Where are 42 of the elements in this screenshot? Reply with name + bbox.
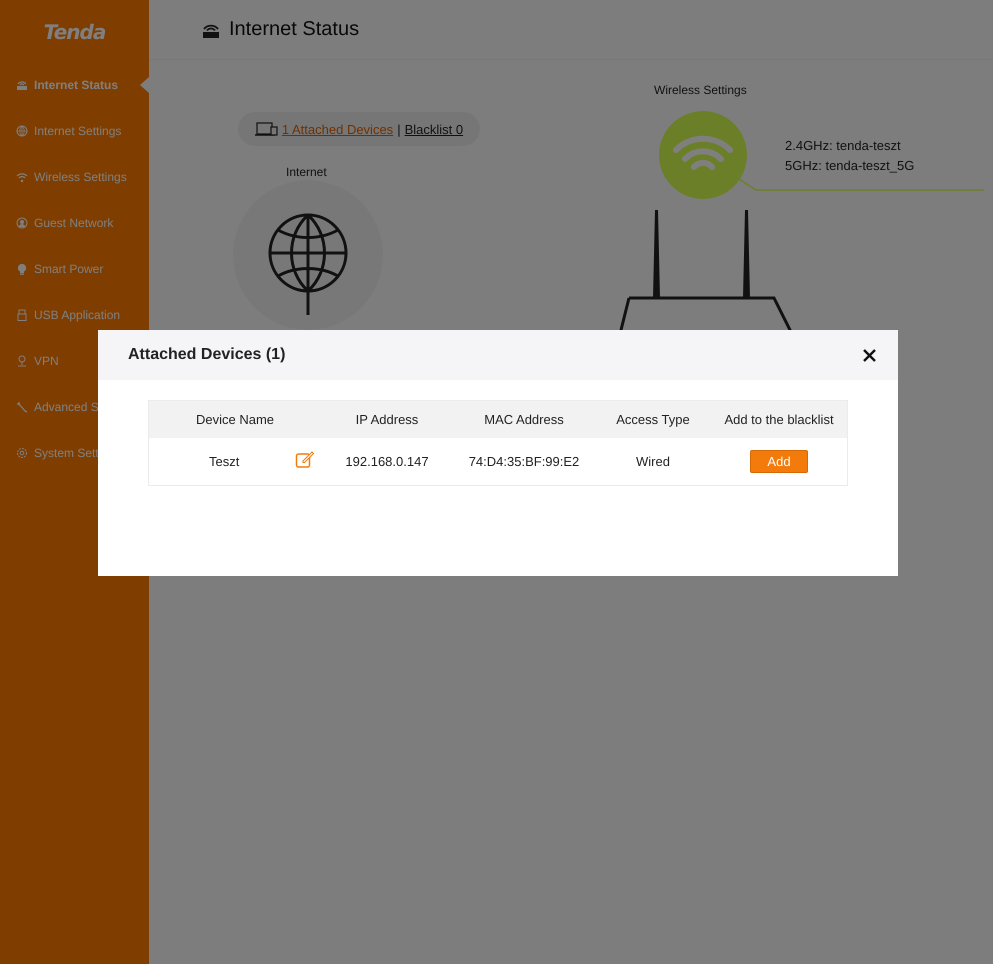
ssid-text: 2.4GHz: tenda-teszt: [785, 138, 901, 153]
dialog-title: Attached Devices (1): [128, 346, 286, 364]
internet-label: Internet: [286, 165, 327, 179]
logo: Tenda: [44, 20, 106, 44]
page-title: Internet Status: [229, 18, 360, 41]
sidebar-item[interactable]: Smart Power: [0, 246, 149, 292]
wireless-settings-label: Wireless Settings: [654, 83, 747, 97]
table-cell-text: 74:D4:35:BF:99:E2: [468, 453, 580, 471]
add-button[interactable]: Add: [750, 450, 808, 473]
guest-icon: [16, 217, 28, 229]
column-header: Device Name: [149, 401, 321, 438]
table-cell-text: Wired: [635, 453, 671, 471]
table-cell: Teszt: [209, 454, 240, 469]
sidebar-item[interactable]: Internet Settings: [0, 108, 149, 154]
sidebar-item[interactable]: Internet Status: [0, 62, 149, 108]
separator: |: [397, 122, 401, 136]
wrench-icon: [16, 401, 28, 413]
edit-icon[interactable]: [295, 448, 316, 468]
globe-icon: [16, 125, 28, 137]
wifi-icon: [16, 171, 28, 183]
sidebar-item[interactable]: System Sett: [0, 430, 149, 476]
sidebar-item[interactable]: USB Application: [0, 292, 149, 338]
sidebar-item[interactable]: Guest Network: [0, 200, 149, 246]
vpn-icon: [16, 355, 28, 367]
sidebar-item[interactable]: Advanced S: [0, 384, 149, 430]
router-icon: [16, 79, 28, 91]
close-icon[interactable]: [863, 348, 876, 362]
ssid-text: 5GHz: tenda-teszt_5G: [785, 158, 914, 173]
table-cell-text: 192.168.0.147: [344, 453, 430, 471]
column-header: MAC Address: [453, 401, 595, 438]
gear-icon: [16, 447, 28, 459]
wifi-button-icon: [658, 110, 748, 200]
attached-devices-link[interactable]: 1 Attached Devices: [282, 122, 394, 136]
column-header: IP Address: [321, 401, 453, 438]
selection-pointer-icon: [140, 77, 149, 93]
column-header: Add to the blacklist: [711, 401, 847, 438]
blacklist-link[interactable]: Blacklist 0: [404, 122, 464, 136]
bulb-icon: [16, 263, 28, 275]
column-header: Access Type: [595, 401, 711, 438]
usb-icon: [16, 309, 28, 321]
sidebar-item[interactable]: Wireless Settings: [0, 154, 149, 200]
devices-icon: [254, 122, 278, 136]
